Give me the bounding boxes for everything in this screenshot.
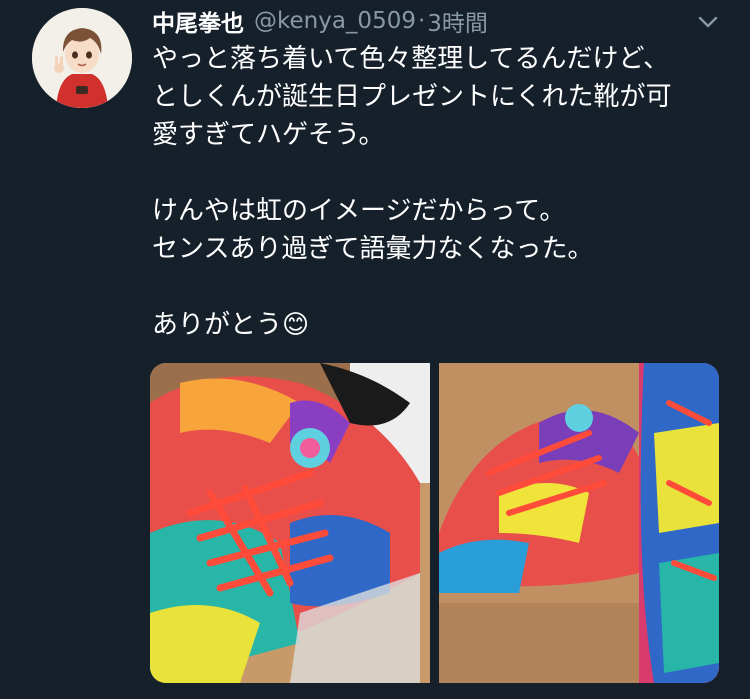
tweet-line: ありがとう😊 (152, 310, 310, 340)
tweet-line: としくんが誕生日プレゼントにくれた靴が可 (152, 82, 672, 112)
tweet-header: 中尾拳也 @kenya_0509 · 3時間 (152, 4, 730, 38)
tweet-line: けんやは虹のイメージだからって。 (152, 196, 566, 226)
tweet-line: センスあり過ぎて語彙力なくなった。 (152, 234, 594, 264)
tweet-line: やっと落ち着いて色々整理してるんだけど、 (152, 44, 670, 74)
tweet-line (152, 154, 732, 192)
timestamp[interactable]: 3時間 (427, 4, 488, 38)
chevron-down-icon[interactable] (696, 10, 720, 34)
tweet-line: 愛すぎてハゲそう。 (152, 120, 385, 150)
sneaker-photo[interactable] (150, 363, 430, 683)
separator-dot: · (417, 8, 426, 34)
author-handle[interactable]: @kenya_0509 (254, 8, 416, 34)
tweet-line (152, 268, 732, 306)
avatar-illustration (32, 8, 132, 108)
tweet-media (150, 363, 719, 683)
avatar[interactable] (32, 8, 132, 108)
tweet-text: やっと落ち着いて色々整理してるんだけど、 としくんが誕生日プレゼントにくれた靴が… (152, 40, 732, 344)
sneaker-photo[interactable] (439, 363, 719, 683)
author-name[interactable]: 中尾拳也 (152, 4, 244, 38)
